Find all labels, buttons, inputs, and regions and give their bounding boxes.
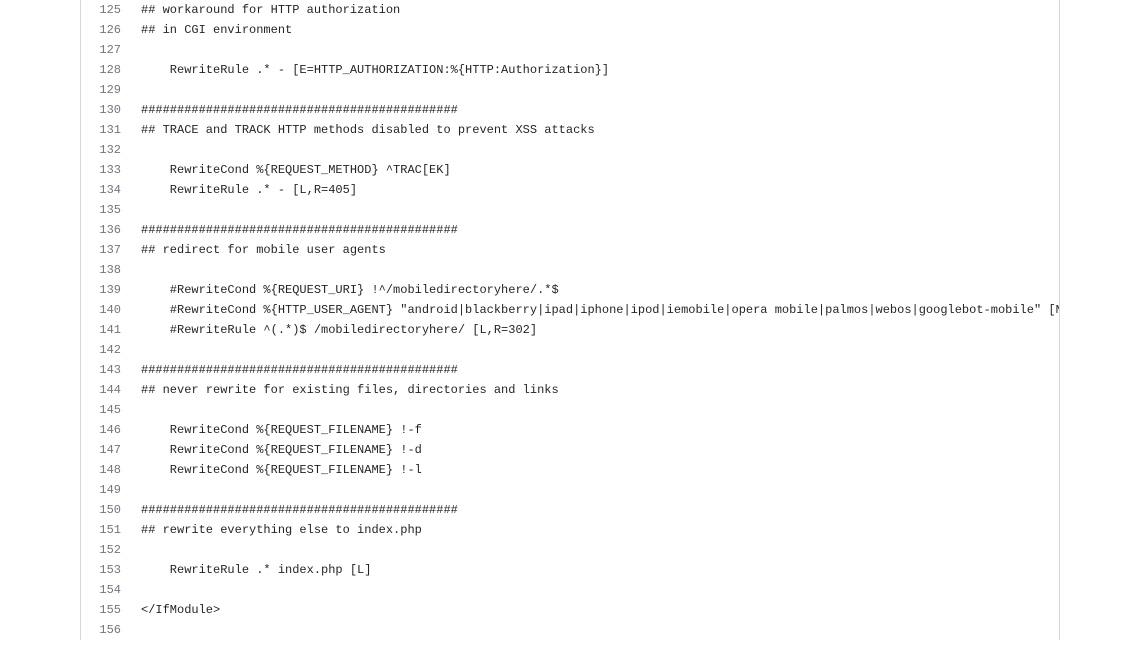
line-content: ## rewrite everything else to index.php bbox=[131, 520, 422, 540]
code-line[interactable]: 155</IfModule> bbox=[81, 600, 1059, 620]
line-number[interactable]: 129 bbox=[81, 80, 131, 100]
line-number[interactable]: 139 bbox=[81, 280, 131, 300]
line-content: ## in CGI environment bbox=[131, 20, 292, 40]
line-content bbox=[131, 40, 141, 60]
line-number[interactable]: 126 bbox=[81, 20, 131, 40]
code-line[interactable]: 152 bbox=[81, 540, 1059, 560]
line-content: ########################################… bbox=[131, 500, 458, 520]
line-number[interactable]: 154 bbox=[81, 580, 131, 600]
code-line[interactable]: 139 #RewriteCond %{REQUEST_URI} !^/mobil… bbox=[81, 280, 1059, 300]
line-number[interactable]: 131 bbox=[81, 120, 131, 140]
line-content bbox=[131, 620, 141, 640]
line-number[interactable]: 148 bbox=[81, 460, 131, 480]
line-number[interactable]: 125 bbox=[81, 0, 131, 20]
line-content: RewriteRule .* index.php [L] bbox=[131, 560, 371, 580]
line-number[interactable]: 153 bbox=[81, 560, 131, 580]
code-line[interactable]: 133 RewriteCond %{REQUEST_METHOD} ^TRAC[… bbox=[81, 160, 1059, 180]
line-content: #RewriteCond %{HTTP_USER_AGENT} "android… bbox=[131, 300, 1059, 320]
line-number[interactable]: 135 bbox=[81, 200, 131, 220]
code-line[interactable]: 130#####################################… bbox=[81, 100, 1059, 120]
code-line[interactable]: 148 RewriteCond %{REQUEST_FILENAME} !-l bbox=[81, 460, 1059, 480]
line-number[interactable]: 130 bbox=[81, 100, 131, 120]
code-line[interactable]: 144## never rewrite for existing files, … bbox=[81, 380, 1059, 400]
line-content: #RewriteCond %{REQUEST_URI} !^/mobiledir… bbox=[131, 280, 559, 300]
line-content bbox=[131, 540, 141, 560]
line-number[interactable]: 145 bbox=[81, 400, 131, 420]
line-content bbox=[131, 580, 141, 600]
line-number[interactable]: 137 bbox=[81, 240, 131, 260]
code-line[interactable]: 129 bbox=[81, 80, 1059, 100]
code-line[interactable]: 153 RewriteRule .* index.php [L] bbox=[81, 560, 1059, 580]
code-line[interactable]: 132 bbox=[81, 140, 1059, 160]
line-number[interactable]: 151 bbox=[81, 520, 131, 540]
line-number[interactable]: 149 bbox=[81, 480, 131, 500]
line-content: ########################################… bbox=[131, 220, 458, 240]
line-content: RewriteCond %{REQUEST_METHOD} ^TRAC[EK] bbox=[131, 160, 451, 180]
line-number[interactable]: 141 bbox=[81, 320, 131, 340]
code-line[interactable]: 136#####################################… bbox=[81, 220, 1059, 240]
line-content: ## workaround for HTTP authorization bbox=[131, 0, 400, 20]
code-line[interactable]: 127 bbox=[81, 40, 1059, 60]
line-number[interactable]: 140 bbox=[81, 300, 131, 320]
code-line[interactable]: 131## TRACE and TRACK HTTP methods disab… bbox=[81, 120, 1059, 140]
code-line[interactable]: 141 #RewriteRule ^(.*)$ /mobiledirectory… bbox=[81, 320, 1059, 340]
code-line[interactable]: 145 bbox=[81, 400, 1059, 420]
code-line[interactable]: 150#####################################… bbox=[81, 500, 1059, 520]
line-content bbox=[131, 340, 141, 360]
line-number[interactable]: 147 bbox=[81, 440, 131, 460]
code-line[interactable]: 128 RewriteRule .* - [E=HTTP_AUTHORIZATI… bbox=[81, 60, 1059, 80]
line-content bbox=[131, 80, 141, 100]
line-number[interactable]: 132 bbox=[81, 140, 131, 160]
line-number[interactable]: 136 bbox=[81, 220, 131, 240]
line-number[interactable]: 144 bbox=[81, 380, 131, 400]
code-line[interactable]: 126## in CGI environment bbox=[81, 20, 1059, 40]
line-number[interactable]: 138 bbox=[81, 260, 131, 280]
line-number[interactable]: 152 bbox=[81, 540, 131, 560]
code-line[interactable]: 156 bbox=[81, 620, 1059, 640]
code-line[interactable]: 125## workaround for HTTP authorization bbox=[81, 0, 1059, 20]
line-content: ########################################… bbox=[131, 360, 458, 380]
line-content: RewriteCond %{REQUEST_FILENAME} !-l bbox=[131, 460, 422, 480]
code-line[interactable]: 135 bbox=[81, 200, 1059, 220]
code-viewer: 125## workaround for HTTP authorization1… bbox=[80, 0, 1060, 640]
code-line[interactable]: 138 bbox=[81, 260, 1059, 280]
line-number[interactable]: 142 bbox=[81, 340, 131, 360]
code-line[interactable]: 140 #RewriteCond %{HTTP_USER_AGENT} "and… bbox=[81, 300, 1059, 320]
code-line[interactable]: 134 RewriteRule .* - [L,R=405] bbox=[81, 180, 1059, 200]
line-content: RewriteRule .* - [E=HTTP_AUTHORIZATION:%… bbox=[131, 60, 609, 80]
line-content bbox=[131, 200, 141, 220]
line-number[interactable]: 155 bbox=[81, 600, 131, 620]
line-content bbox=[131, 140, 141, 160]
line-content: ########################################… bbox=[131, 100, 458, 120]
line-number[interactable]: 128 bbox=[81, 60, 131, 80]
line-content: #RewriteRule ^(.*)$ /mobiledirectoryhere… bbox=[131, 320, 537, 340]
code-line[interactable]: 151## rewrite everything else to index.p… bbox=[81, 520, 1059, 540]
line-content: RewriteRule .* - [L,R=405] bbox=[131, 180, 357, 200]
line-content bbox=[131, 400, 141, 420]
code-line[interactable]: 143#####################################… bbox=[81, 360, 1059, 380]
code-line[interactable]: 147 RewriteCond %{REQUEST_FILENAME} !-d bbox=[81, 440, 1059, 460]
line-number[interactable]: 133 bbox=[81, 160, 131, 180]
line-number[interactable]: 146 bbox=[81, 420, 131, 440]
line-content: ## never rewrite for existing files, dir… bbox=[131, 380, 559, 400]
line-number[interactable]: 134 bbox=[81, 180, 131, 200]
code-line[interactable]: 137## redirect for mobile user agents bbox=[81, 240, 1059, 260]
line-content: </IfModule> bbox=[131, 600, 220, 620]
line-content: RewriteCond %{REQUEST_FILENAME} !-d bbox=[131, 440, 422, 460]
line-content bbox=[131, 480, 141, 500]
line-content: RewriteCond %{REQUEST_FILENAME} !-f bbox=[131, 420, 422, 440]
code-line[interactable]: 149 bbox=[81, 480, 1059, 500]
line-content bbox=[131, 260, 141, 280]
line-content: ## TRACE and TRACK HTTP methods disabled… bbox=[131, 120, 595, 140]
line-number[interactable]: 143 bbox=[81, 360, 131, 380]
code-line[interactable]: 154 bbox=[81, 580, 1059, 600]
line-number[interactable]: 156 bbox=[81, 620, 131, 640]
line-number[interactable]: 150 bbox=[81, 500, 131, 520]
line-number[interactable]: 127 bbox=[81, 40, 131, 60]
code-line[interactable]: 146 RewriteCond %{REQUEST_FILENAME} !-f bbox=[81, 420, 1059, 440]
code-line[interactable]: 142 bbox=[81, 340, 1059, 360]
line-content: ## redirect for mobile user agents bbox=[131, 240, 386, 260]
